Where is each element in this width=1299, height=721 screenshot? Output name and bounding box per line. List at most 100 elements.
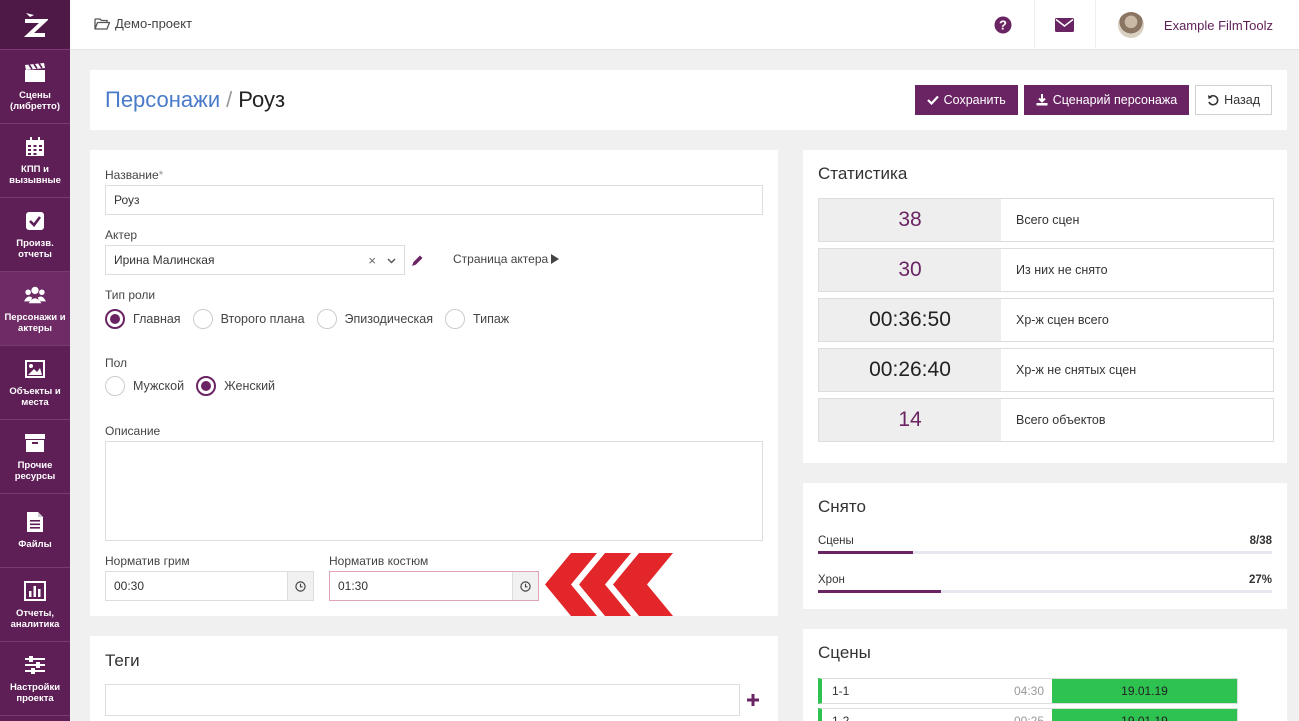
name-label-text: Название xyxy=(105,168,159,182)
scenes-progress-value: 8/38 xyxy=(1249,535,1272,547)
radio-label: Главная xyxy=(133,312,181,326)
radio-circle xyxy=(445,309,465,329)
required-marker: * xyxy=(158,168,164,182)
actor-label: Актер xyxy=(105,228,138,242)
clock-icon xyxy=(520,580,531,592)
sidebar-item-label: Файлы xyxy=(18,539,52,550)
help-button[interactable]: ? xyxy=(973,0,1034,50)
radio-circle xyxy=(105,309,125,329)
project-name: Демо-проект xyxy=(115,16,193,31)
role-episodic-radio[interactable]: Эпизодическая xyxy=(316,309,433,329)
makeup-norm-value: 00:30 xyxy=(114,579,145,593)
messages-button[interactable] xyxy=(1033,0,1095,50)
plus-icon[interactable] xyxy=(747,694,759,706)
topbar-actions: ? Example FilmToolz xyxy=(973,0,1299,50)
pencil-icon[interactable] xyxy=(411,254,424,267)
app-logo[interactable] xyxy=(0,0,70,50)
sidebar-item-scenes[interactable]: Сцены (либретто) xyxy=(0,50,70,124)
role-main-radio[interactable]: Главная xyxy=(105,309,181,329)
back-button[interactable]: Назад xyxy=(1195,85,1272,115)
scene-date: 19.01.19 xyxy=(1052,679,1237,703)
role-type-radio[interactable]: Типаж xyxy=(445,309,509,329)
progress-fill xyxy=(818,590,941,593)
costume-norm-input[interactable]: 01:30 xyxy=(329,571,539,601)
sidebar-item-label: Произв. отчеты xyxy=(16,237,54,260)
description-textarea[interactable] xyxy=(105,441,763,541)
users-icon xyxy=(24,284,46,306)
role-supporting-radio[interactable]: Второго плана xyxy=(192,309,305,329)
stat-value: 30 xyxy=(819,249,1001,291)
scene-name: 1-1 xyxy=(832,684,850,698)
logo-icon xyxy=(23,12,48,37)
gender-male-radio[interactable]: Мужской xyxy=(105,376,184,396)
red-chevron-arrows-icon xyxy=(545,553,673,616)
chron-progress: Хрон 27% xyxy=(818,574,1272,593)
scene-name: 1-2 xyxy=(832,714,850,721)
stat-value: 00:36:50 xyxy=(819,299,1001,341)
radio-label: Эпизодическая xyxy=(344,312,433,326)
scene-row[interactable]: 1-1 04:30 19.01.19 xyxy=(818,678,1238,704)
scene-row[interactable]: 1-2 00:25 19.01.19 xyxy=(818,708,1238,721)
costume-norm-value: 01:30 xyxy=(338,579,369,593)
makeup-clock-button[interactable] xyxy=(287,572,313,600)
role-type-group: Главная Второго плана Эпизодическая Типа… xyxy=(105,309,521,329)
sidebar-item-settings[interactable]: Настройки проекта xyxy=(0,642,70,716)
radio-label: Типаж xyxy=(473,312,510,326)
breadcrumb-link-characters[interactable]: Персонажи xyxy=(105,87,220,112)
costume-clock-button[interactable] xyxy=(512,572,538,600)
scenes-progress: Сцены 8/38 xyxy=(818,535,1272,554)
gender-label: Пол xyxy=(105,356,128,370)
sidebar: Сцены (либретто) КПП и вызывные Произв. … xyxy=(0,0,70,721)
name-label: Название* xyxy=(105,168,163,182)
scene-time: 00:25 xyxy=(1013,714,1044,721)
user-menu[interactable]: Example FilmToolz xyxy=(1094,0,1299,50)
archive-icon xyxy=(24,432,46,454)
gender-female-radio[interactable]: Женский xyxy=(196,376,275,396)
name-input[interactable]: Роуз xyxy=(105,185,763,215)
tags-input[interactable] xyxy=(105,684,740,716)
stat-row-total-objects: 14 Всего объектов xyxy=(818,398,1274,442)
radio-circle xyxy=(105,376,125,396)
stat-value: 14 xyxy=(819,399,1001,441)
sidebar-item-files[interactable]: Файлы xyxy=(0,494,70,568)
scenes-title: Сцены xyxy=(818,643,871,662)
makeup-norm-input[interactable]: 00:30 xyxy=(105,571,314,601)
chron-progress-value: 27% xyxy=(1248,574,1272,586)
radio-label: Мужской xyxy=(133,379,185,393)
actor-select[interactable]: Ирина Малинская × xyxy=(105,245,405,275)
makeup-norm-label: Норматив грим xyxy=(105,554,190,568)
checkbox-icon xyxy=(24,210,46,232)
progress-track xyxy=(818,551,1272,554)
clear-icon[interactable]: × xyxy=(368,253,376,268)
gender-group: Мужской Женский xyxy=(105,376,287,396)
page-header: Персонажи / Роуз Сохранить Сценарий персон… xyxy=(90,70,1287,130)
scenes-progress-label: Сцены xyxy=(818,535,854,547)
scene-time: 04:30 xyxy=(1013,684,1044,698)
character-script-button[interactable]: Сценарий персонажа xyxy=(1023,85,1190,115)
envelope-icon xyxy=(1055,18,1075,32)
sidebar-item-calls[interactable]: КПП и вызывные xyxy=(0,124,70,198)
stat-label: Хр-ж сцен всего xyxy=(1016,313,1109,327)
radio-label: Женский xyxy=(224,379,276,393)
sidebar-item-reports[interactable]: Произв. отчеты xyxy=(0,198,70,272)
chevron-down-icon xyxy=(387,258,396,264)
stat-row-total-duration: 00:36:50 Хр-ж сцен всего xyxy=(818,298,1274,342)
name-input-value: Роуз xyxy=(114,193,140,207)
sidebar-item-resources[interactable]: Прочие ресурсы xyxy=(0,420,70,494)
stat-row-total-scenes: 38 Всего сцен xyxy=(818,198,1274,242)
sidebar-item-locations[interactable]: Объекты и места xyxy=(0,346,70,420)
sidebar-item-characters[interactable]: Персонажи и актеры xyxy=(0,272,70,346)
user-name: Example FilmToolz xyxy=(1163,17,1273,33)
actor-page-link-text: Страница актера xyxy=(453,252,549,266)
stat-label: Всего сцен xyxy=(1016,213,1080,227)
project-selector[interactable]: Демо-проект xyxy=(94,16,192,31)
stat-label: Хр-ж не снятых сцен xyxy=(1016,363,1137,377)
save-button[interactable]: Сохранить xyxy=(914,85,1018,115)
sidebar-item-label: Отчеты, аналитика xyxy=(10,607,60,630)
sidebar-item-analytics[interactable]: Отчеты, аналитика xyxy=(0,568,70,642)
progress-fill xyxy=(818,551,914,554)
progress-track xyxy=(818,590,1272,593)
actor-page-link[interactable]: Страница актера xyxy=(453,252,560,266)
sidebar-item-label: КПП и вызывные xyxy=(9,163,61,186)
scene-date: 19.01.19 xyxy=(1052,709,1237,721)
